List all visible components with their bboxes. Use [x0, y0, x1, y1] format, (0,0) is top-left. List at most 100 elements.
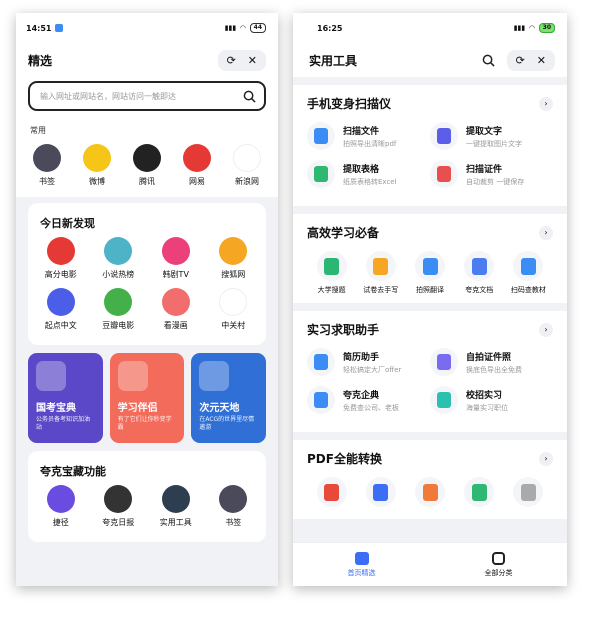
tool-item[interactable]: 拍照翻译	[405, 251, 454, 295]
promo-card[interactable]: 次元天地 在ACG的世界里尽情遨游	[191, 353, 267, 443]
tool-icon	[307, 348, 335, 376]
tool-desc: 拍照导出清晰pdf	[343, 139, 397, 148]
tool-item[interactable]: 试卷去手写	[356, 251, 405, 295]
discover-card: 今日新发现 高分电影 小说热榜 韩剧TV 搜狐网 起点中文 豆瓣电影 看漫画 中关村	[28, 203, 266, 345]
tool-item[interactable]: 扫描证件 自动裁剪 一键保存	[430, 160, 553, 188]
mini-program-capsule: ⟳ ✕	[217, 49, 266, 71]
tool-label: 扫码查教材	[510, 286, 546, 294]
section-header: 高效学习必备 ›	[307, 224, 553, 241]
tool-icon	[365, 477, 396, 507]
discover-item[interactable]: 看漫画	[147, 288, 205, 331]
close-icon[interactable]: ✕	[537, 54, 546, 67]
signal-icon: ▮▮▮	[513, 24, 526, 32]
tool-section: 手机变身扫描仪 › 扫描文件 拍照导出清晰pdf 提取文字 一键提取图片文字 提取表格 纸质表…	[293, 85, 567, 206]
common-site-item[interactable]: 腾讯	[124, 144, 170, 187]
item-label: 腾讯	[139, 177, 155, 186]
tool-item[interactable]: 夸克文档	[455, 251, 504, 295]
status-time: 14:51	[26, 23, 52, 33]
site-logo-icon	[183, 144, 211, 172]
tool-desc: 纸质表格转Excel	[343, 177, 397, 186]
tool-icon	[513, 251, 544, 281]
status-bar: 16:25 ▮▮▮ ◠ 30	[293, 13, 567, 43]
promo-subtitle: 公务员备考知识加油站	[36, 416, 91, 431]
tool-item[interactable]	[455, 477, 504, 511]
item-label: 中关村	[221, 321, 246, 330]
nav-home-featured[interactable]: 首页精选	[293, 543, 430, 586]
discover-grid: 高分电影 小说热榜 韩剧TV 搜狐网起点中文 豆瓣电影 看漫画 中关村	[28, 231, 266, 339]
treasure-item[interactable]: 夸克日报	[90, 485, 148, 528]
tool-item[interactable]	[504, 477, 553, 511]
discover-item[interactable]: 搜狐网	[205, 237, 263, 280]
discover-item[interactable]: 起点中文	[32, 288, 90, 331]
tool-item[interactable]: 简历助手 轻松搞定大厂offer	[307, 348, 430, 376]
treasure-item[interactable]: 书签	[205, 485, 263, 528]
tool-label: 试卷去手写	[363, 286, 399, 294]
treasure-item[interactable]: 捷径	[32, 485, 90, 528]
promo-title: 学习伴侣	[117, 403, 158, 414]
tool-item[interactable]: 大学搜题	[307, 251, 356, 295]
status-bar: 14:51 ▮▮▮ ◠ 44	[16, 13, 278, 43]
discover-item[interactable]: 韩剧TV	[147, 237, 205, 280]
refresh-icon[interactable]: ⟳	[227, 54, 236, 67]
common-site-item[interactable]: 新浪网	[224, 144, 270, 187]
nav-all-categories[interactable]: 全部分类	[430, 543, 567, 586]
discover-item[interactable]: 中关村	[205, 288, 263, 331]
tool-item[interactable]	[405, 477, 454, 511]
item-label: 微博	[89, 177, 105, 186]
item-label: 起点中文	[44, 321, 77, 330]
common-site-item[interactable]: 书签	[24, 144, 70, 187]
chevron-right-icon[interactable]: ›	[539, 225, 553, 240]
nav-label: 首页精选	[347, 568, 376, 577]
search-bar[interactable]: 输入网址或网站名，网站访问一触即达	[28, 81, 266, 111]
discover-item[interactable]: 高分电影	[32, 237, 90, 280]
item-label: 搜狐网	[221, 270, 246, 279]
tool-item[interactable]: 自拍证件照 换底色导出全免费	[430, 348, 553, 376]
discover-item[interactable]: 豆瓣电影	[90, 288, 148, 331]
site-logo-icon	[219, 288, 248, 316]
tool-item[interactable]: 提取文字 一键提取图片文字	[430, 122, 553, 150]
promo-title: 次元天地	[199, 403, 240, 414]
treasure-item[interactable]: 实用工具	[147, 485, 205, 528]
tool-name: 提取文字	[466, 126, 503, 137]
search-icon[interactable]	[482, 54, 495, 67]
promo-card[interactable]: 国考宝典 公务员备考知识加油站	[28, 353, 103, 443]
battery-icon: 30	[538, 23, 555, 33]
chevron-right-icon[interactable]: ›	[539, 96, 553, 111]
close-icon[interactable]: ✕	[248, 54, 257, 67]
tool-item[interactable]: 夸克企典 免费查公司、老板	[307, 386, 430, 414]
chevron-right-icon[interactable]: ›	[539, 322, 553, 337]
discover-item[interactable]: 小说热榜	[90, 237, 148, 280]
common-site-item[interactable]: 网易	[174, 144, 220, 187]
promo-card[interactable]: 学习伴侣有了它们让你秒变学霸	[109, 353, 185, 443]
tool-item[interactable]: 扫描文件 拍照导出清晰pdf	[307, 122, 430, 150]
tool-section: 高效学习必备 › 大学搜题 试卷去手写 拍照翻译 夸克文档 扫码查教材	[293, 214, 567, 303]
promo-icon	[117, 361, 148, 391]
item-label: 韩剧TV	[162, 270, 189, 279]
tool-item[interactable]: 校招实习 海量实习职位	[430, 386, 553, 414]
promo-subtitle: 有了它们让你秒变学霸	[117, 416, 172, 431]
item-label: 新浪网	[235, 177, 259, 186]
tool-desc: 自动裁剪 一键保存	[466, 177, 525, 186]
tool-item[interactable]	[356, 477, 405, 511]
site-logo-icon	[46, 237, 75, 265]
tool-section: PDF全能转换 ›	[293, 440, 567, 519]
item-label: 高分电影	[44, 270, 77, 279]
common-site-item[interactable]: 微博	[74, 144, 120, 187]
chevron-right-icon[interactable]: ›	[539, 451, 553, 466]
common-sites-row: 书签 微博 腾讯 网易 新浪网	[16, 136, 278, 197]
item-label: 实用工具	[159, 518, 192, 527]
tool-item[interactable]	[307, 477, 356, 511]
site-logo-icon	[233, 144, 261, 172]
left-phone-screen: 14:51 ▮▮▮ ◠ 44 精选 ⟳ ✕ 输入网址或网站名，网站访问一触即达 常用…	[16, 13, 278, 586]
section-header: 手机变身扫描仪 ›	[307, 95, 553, 112]
wifi-icon: ◠	[240, 24, 246, 32]
refresh-icon[interactable]: ⟳	[516, 54, 525, 67]
search-icon[interactable]	[243, 90, 256, 103]
tool-item[interactable]: 扫码查教材	[504, 251, 553, 295]
tool-desc: 换底色导出全免费	[466, 365, 522, 374]
tool-name: 校招实习	[466, 390, 503, 401]
site-logo-icon	[104, 288, 133, 316]
signal-icon: ▮▮▮	[224, 24, 237, 32]
tool-item[interactable]: 提取表格 纸质表格转Excel	[307, 160, 430, 188]
treasure-card: 夸克宝藏功能 捷径 夸克日报 实用工具 书签	[28, 451, 266, 542]
